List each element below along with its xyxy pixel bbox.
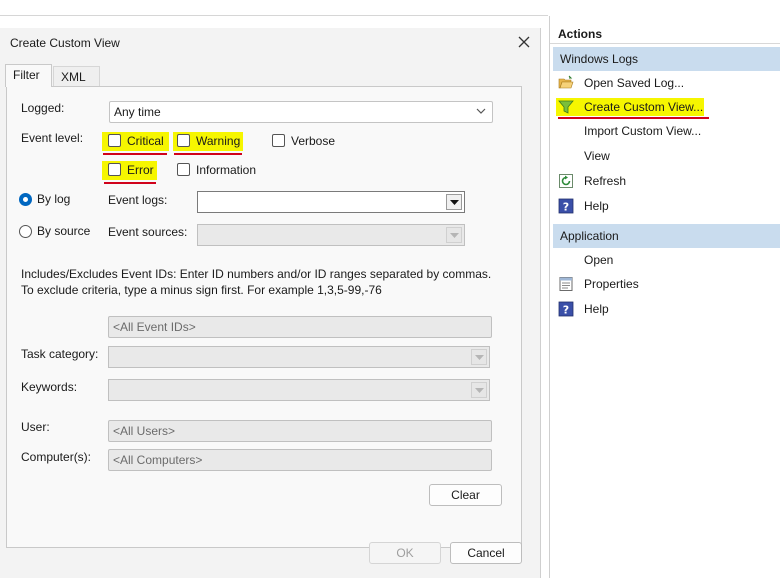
- by-log-label: By log: [37, 192, 71, 206]
- action-create-custom-view[interactable]: Create Custom View...: [553, 95, 780, 119]
- logged-label: Logged:: [21, 101, 65, 115]
- create-custom-view-dialog: Create Custom View Filter XML Logged: An…: [0, 28, 541, 578]
- folder-open-icon: [558, 75, 574, 89]
- event-logs-dropdown-button[interactable]: [446, 194, 462, 210]
- cancel-button[interactable]: Cancel: [450, 542, 522, 564]
- action-open-saved-log[interactable]: Open Saved Log...: [553, 71, 780, 95]
- event-logs-label: Event logs:: [108, 193, 168, 207]
- action-label: Open: [584, 253, 614, 267]
- actions-header: Actions: [550, 24, 780, 44]
- user-label: User:: [21, 420, 50, 434]
- action-properties[interactable]: Properties: [553, 272, 780, 296]
- action-help[interactable]: ? Help: [553, 194, 780, 218]
- section-windows-logs[interactable]: Windows Logs: [553, 47, 780, 71]
- by-log-radio[interactable]: [19, 193, 32, 206]
- error-checkbox[interactable]: [108, 163, 121, 176]
- user-input[interactable]: <All Users>: [108, 420, 492, 442]
- help-icon: ?: [558, 301, 574, 317]
- ok-button[interactable]: OK: [369, 542, 441, 564]
- section-application[interactable]: Application: [553, 224, 780, 248]
- filter-panel: Logged: Any time Event level: Critical W…: [6, 86, 522, 548]
- user-placeholder: <All Users>: [113, 424, 176, 438]
- computers-label: Computer(s):: [21, 450, 92, 464]
- action-label: Refresh: [584, 174, 627, 188]
- action-help-application[interactable]: ? Help: [553, 297, 780, 321]
- logged-dropdown[interactable]: Any time: [109, 101, 493, 123]
- tab-xml[interactable]: XML: [53, 66, 100, 88]
- verbose-checkbox[interactable]: [272, 134, 285, 147]
- error-label: Error: [127, 163, 154, 177]
- action-label: Open Saved Log...: [584, 76, 685, 90]
- properties-icon: [559, 277, 573, 291]
- information-label: Information: [196, 163, 257, 177]
- keywords-dropdown[interactable]: [108, 379, 490, 401]
- filter-icon: [558, 100, 574, 114]
- top-divider: [0, 15, 548, 16]
- svg-text:?: ?: [563, 201, 569, 214]
- event-ids-placeholder: <All Event IDs>: [113, 320, 196, 334]
- critical-checkbox[interactable]: [108, 134, 121, 147]
- help-icon: ?: [558, 198, 574, 214]
- warning-label: Warning: [196, 134, 241, 148]
- close-icon: [518, 36, 530, 48]
- computers-placeholder: <All Computers>: [113, 453, 203, 467]
- computers-input[interactable]: <All Computers>: [108, 449, 492, 471]
- svg-text:?: ?: [563, 304, 569, 317]
- action-label: Help: [584, 199, 609, 213]
- tab-filter[interactable]: Filter: [5, 64, 52, 87]
- information-checkbox[interactable]: [177, 163, 190, 176]
- action-label: Create Custom View...: [584, 100, 704, 114]
- refresh-icon: [559, 174, 573, 188]
- action-label: Help: [584, 302, 609, 316]
- by-source-label: By source: [37, 224, 91, 238]
- warning-underline: [174, 153, 242, 155]
- event-sources-dropdown[interactable]: [197, 224, 465, 246]
- event-logs-dropdown[interactable]: [197, 191, 465, 213]
- action-label: Import Custom View...: [584, 124, 702, 138]
- event-ids-input[interactable]: <All Event IDs>: [108, 316, 492, 338]
- action-import-custom-view[interactable]: Import Custom View...: [553, 119, 780, 143]
- triangle-down-icon: [450, 200, 459, 205]
- clear-button[interactable]: Clear: [429, 484, 502, 506]
- warning-checkbox[interactable]: [177, 134, 190, 147]
- action-label: Properties: [584, 277, 639, 291]
- critical-label: Critical: [127, 134, 164, 148]
- logged-value: Any time: [114, 105, 161, 119]
- task-category-dropdown[interactable]: [108, 346, 490, 368]
- event-sources-label: Event sources:: [108, 225, 188, 239]
- triangle-down-icon: [475, 388, 484, 393]
- task-category-dropdown-button[interactable]: [471, 349, 487, 365]
- error-underline: [104, 182, 156, 184]
- by-source-radio[interactable]: [19, 225, 32, 238]
- action-label: View: [584, 149, 610, 163]
- keywords-label: Keywords:: [21, 380, 78, 394]
- event-ids-description: Includes/Excludes Event IDs: Enter ID nu…: [21, 267, 492, 297]
- chevron-down-icon: [476, 108, 486, 114]
- event-level-label: Event level:: [21, 131, 84, 145]
- verbose-label: Verbose: [291, 134, 336, 148]
- action-open[interactable]: Open: [553, 248, 780, 272]
- action-view[interactable]: View: [553, 144, 780, 168]
- keywords-dropdown-button[interactable]: [471, 382, 487, 398]
- event-sources-dropdown-button[interactable]: [446, 227, 462, 243]
- close-button[interactable]: [512, 32, 536, 54]
- dialog-title: Create Custom View: [10, 36, 120, 50]
- triangle-down-icon: [450, 233, 459, 238]
- task-category-label: Task category:: [21, 347, 99, 361]
- critical-underline: [103, 153, 167, 155]
- actions-pane: Actions Windows Logs Open Saved Log... C…: [549, 16, 780, 578]
- triangle-down-icon: [475, 355, 484, 360]
- top-strip: [0, 0, 780, 16]
- action-refresh[interactable]: Refresh: [553, 169, 780, 193]
